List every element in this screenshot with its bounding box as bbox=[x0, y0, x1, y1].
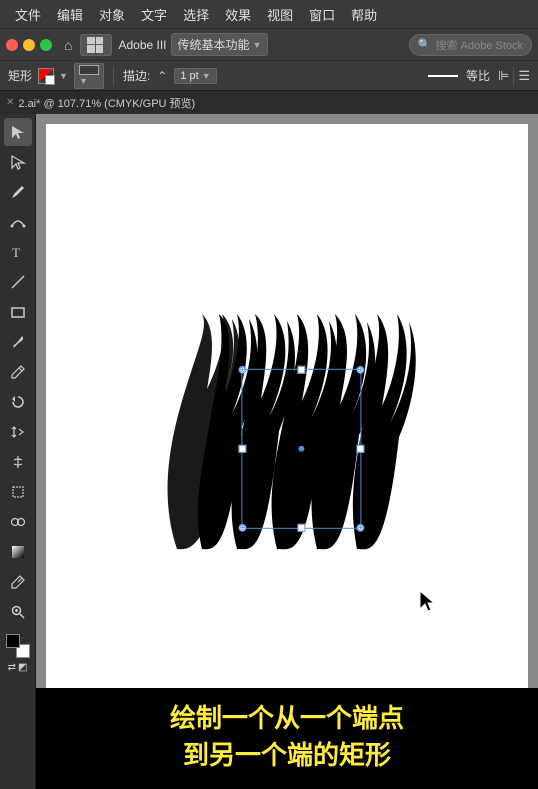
menu-bar: 文件 编辑 对象 文字 选择 效果 视图 窗口 帮助 bbox=[0, 0, 538, 28]
default-colors-icon[interactable]: ◩ bbox=[18, 662, 27, 673]
annotation-line1: 绘制一个从一个端点 bbox=[56, 700, 518, 736]
main-area: T bbox=[0, 114, 538, 789]
svg-text:T: T bbox=[12, 245, 20, 260]
cursor-arrow bbox=[420, 591, 438, 619]
left-toolbar: T bbox=[0, 114, 36, 789]
more-options-icon[interactable]: ☰ bbox=[518, 68, 530, 84]
pencil-tool[interactable] bbox=[4, 358, 32, 386]
toolbar2-right-controls: 等比 ⊫ ☰ bbox=[428, 67, 530, 85]
toolbar-separator bbox=[113, 67, 114, 85]
gradient-tool[interactable] bbox=[4, 538, 32, 566]
search-icon: 🔍 bbox=[418, 38, 432, 51]
color-controls: ⇄ ◩ bbox=[8, 662, 28, 673]
workspace-preset-label: 传统基本功能 bbox=[178, 36, 250, 53]
swap-colors-icon[interactable]: ⇄ bbox=[8, 662, 16, 673]
toolbar2-separator2 bbox=[513, 67, 514, 85]
toolbar-properties: 矩形 ▼ ▼ 描边: ⌃ 1 pt ▼ 等比 ⊫ ☰ bbox=[0, 60, 538, 90]
paintbrush-tool[interactable] bbox=[4, 328, 32, 356]
ratio-label: 等比 bbox=[466, 67, 490, 84]
pen-tool[interactable] bbox=[4, 178, 32, 206]
color-swatches[interactable] bbox=[6, 634, 30, 658]
tab-bar: ✕ 2.ai* @ 107.71% (CMYK/GPU 预览) bbox=[0, 90, 538, 114]
workspace-grid-icon bbox=[80, 34, 112, 56]
selection-tool[interactable] bbox=[4, 118, 32, 146]
traffic-lights bbox=[6, 39, 52, 51]
eyedropper-tool[interactable] bbox=[4, 568, 32, 596]
workspace-label: Adobe III bbox=[118, 38, 166, 52]
search-placeholder: 搜索 Adobe Stock bbox=[436, 37, 523, 53]
stroke-weight-dropdown-arrow: ▼ bbox=[202, 71, 211, 81]
type-tool[interactable]: T bbox=[4, 238, 32, 266]
zoom-tool[interactable] bbox=[4, 598, 32, 626]
foreground-color-swatch[interactable] bbox=[6, 634, 20, 648]
stroke-up-arrow[interactable]: ⌃ bbox=[157, 69, 167, 83]
line-style-solid[interactable] bbox=[428, 75, 458, 77]
menu-window[interactable]: 窗口 bbox=[302, 3, 342, 26]
menu-select[interactable]: 选择 bbox=[176, 3, 216, 26]
shape-tool-label: 矩形 bbox=[8, 67, 32, 84]
stroke-dropdown-arrow: ▼ bbox=[79, 76, 88, 86]
tab-close-button[interactable]: ✕ bbox=[6, 97, 14, 108]
annotation-line2: 到另一个端的矩形 bbox=[56, 737, 518, 773]
shape-builder-tool[interactable] bbox=[4, 508, 32, 536]
stroke-weight-value: 1 pt bbox=[180, 70, 198, 82]
canvas-area[interactable]: 绘制一个从一个端点 到另一个端的矩形 bbox=[36, 114, 538, 789]
rectangle-tool[interactable] bbox=[4, 298, 32, 326]
menu-text[interactable]: 文字 bbox=[134, 3, 174, 26]
dropdown-arrow-icon: ▼ bbox=[253, 40, 262, 50]
tab-filename[interactable]: 2.ai* @ 107.71% (CMYK/GPU 预览) bbox=[18, 95, 195, 111]
menu-file[interactable]: 文件 bbox=[8, 3, 48, 26]
fill-stroke-swatch[interactable]: ▼ bbox=[38, 68, 68, 84]
toolbar-top: ⌂ Adobe III 传统基本功能 ▼ 🔍 搜索 Adobe Stock bbox=[0, 28, 538, 60]
annotation-overlay: 绘制一个从一个端点 到另一个端的矩形 bbox=[36, 688, 538, 789]
curvature-tool[interactable] bbox=[4, 208, 32, 236]
stroke-weight-field[interactable]: 1 pt ▼ bbox=[174, 68, 216, 84]
maximize-button[interactable] bbox=[40, 39, 52, 51]
direct-selection-tool[interactable] bbox=[4, 148, 32, 176]
menu-help[interactable]: 帮助 bbox=[344, 3, 384, 26]
menu-edit[interactable]: 编辑 bbox=[50, 3, 90, 26]
reflect-tool[interactable] bbox=[4, 418, 32, 446]
menu-effect[interactable]: 效果 bbox=[218, 3, 258, 26]
align-icon[interactable]: ⊫ bbox=[498, 68, 509, 84]
menu-object[interactable]: 对象 bbox=[92, 3, 132, 26]
minimize-button[interactable] bbox=[23, 39, 35, 51]
artwork bbox=[147, 309, 427, 569]
stock-search-box[interactable]: 🔍 搜索 Adobe Stock bbox=[409, 34, 532, 56]
free-transform-tool[interactable] bbox=[4, 478, 32, 506]
stroke-label: 描边: bbox=[123, 67, 150, 84]
workspace-preset-dropdown[interactable]: 传统基本功能 ▼ bbox=[171, 33, 269, 56]
menu-view[interactable]: 视图 bbox=[260, 3, 300, 26]
stroke-chevron-icon: ▼ bbox=[59, 71, 68, 81]
line-tool[interactable] bbox=[4, 268, 32, 296]
line-style-options bbox=[428, 75, 458, 77]
close-button[interactable] bbox=[6, 39, 18, 51]
rotate-tool[interactable] bbox=[4, 388, 32, 416]
home-icon[interactable]: ⌂ bbox=[60, 35, 76, 55]
width-tool[interactable] bbox=[4, 448, 32, 476]
stroke-style-dropdown[interactable]: ▼ bbox=[74, 63, 104, 89]
artboard bbox=[46, 124, 528, 779]
